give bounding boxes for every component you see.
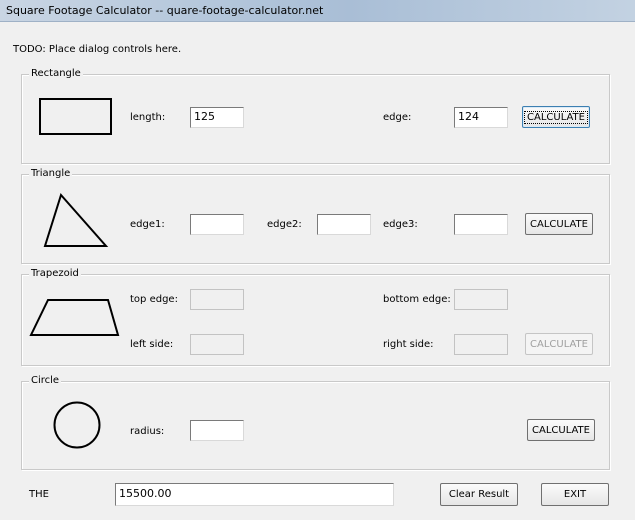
exit-label: EXIT: [563, 489, 587, 500]
triangle-edge3-input[interactable]: [454, 214, 508, 235]
exit-button[interactable]: EXIT: [541, 483, 609, 506]
circle-calculate-button[interactable]: CALCULATE: [527, 419, 595, 441]
trapezoid-right-input: [454, 334, 508, 355]
circle-radius-input[interactable]: [190, 420, 244, 441]
triangle-group-title: Triangle: [29, 168, 73, 180]
trapezoid-right-label: right side:: [383, 339, 434, 350]
result-label: THE: [29, 489, 49, 500]
triangle-calculate-button[interactable]: CALCULATE: [525, 213, 593, 235]
trapezoid-left-input: [190, 334, 244, 355]
triangle-calculate-label: CALCULATE: [530, 218, 588, 230]
rectangle-edge-input[interactable]: 124: [454, 107, 508, 128]
circle-radius-label: radius:: [130, 426, 165, 437]
window-title: Square Footage Calculator -- quare-foota…: [6, 4, 324, 17]
triangle-edge2-label: edge2:: [267, 219, 302, 230]
triangle-edge2-input[interactable]: [317, 214, 371, 235]
clear-result-button[interactable]: Clear Result: [440, 483, 518, 506]
todo-text: TODO: Place dialog controls here.: [13, 44, 182, 55]
rectangle-length-label: length:: [130, 112, 166, 123]
circle-shape-icon: [53, 401, 101, 449]
trapezoid-bottom-input: [454, 289, 508, 310]
triangle-edge3-label: edge3:: [383, 219, 418, 230]
result-field[interactable]: 15500.00: [115, 483, 394, 506]
trapezoid-calculate-button: CALCULATE: [525, 333, 593, 355]
circle-group: Circle: [21, 375, 610, 470]
rectangle-length-input[interactable]: 125: [190, 107, 244, 128]
rectangle-edge-label: edge:: [383, 112, 412, 123]
trapezoid-bottom-label: bottom edge:: [383, 294, 451, 305]
rectangle-calculate-label: CALCULATE: [524, 110, 588, 124]
trapezoid-calculate-label: CALCULATE: [530, 338, 588, 350]
triangle-shape-icon: [43, 193, 109, 247]
trapezoid-group-title: Trapezoid: [29, 268, 81, 280]
circle-calculate-label: CALCULATE: [532, 424, 590, 436]
rectangle-shape-icon: [39, 98, 112, 135]
trapezoid-left-label: left side:: [130, 339, 174, 350]
trapezoid-top-label: top edge:: [130, 294, 178, 305]
triangle-edge1-label: edge1:: [130, 219, 165, 230]
rectangle-calculate-button[interactable]: CALCULATE: [522, 106, 590, 128]
rectangle-group-title: Rectangle: [29, 68, 83, 80]
clear-result-label: Clear Result: [448, 489, 510, 500]
trapezoid-top-input: [190, 289, 244, 310]
circle-group-title: Circle: [29, 375, 62, 387]
triangle-edge1-input[interactable]: [190, 214, 244, 235]
title-bar[interactable]: Square Footage Calculator -- quare-foota…: [0, 0, 635, 22]
triangle-group: Triangle: [21, 168, 610, 264]
trapezoid-shape-icon: [29, 299, 120, 336]
